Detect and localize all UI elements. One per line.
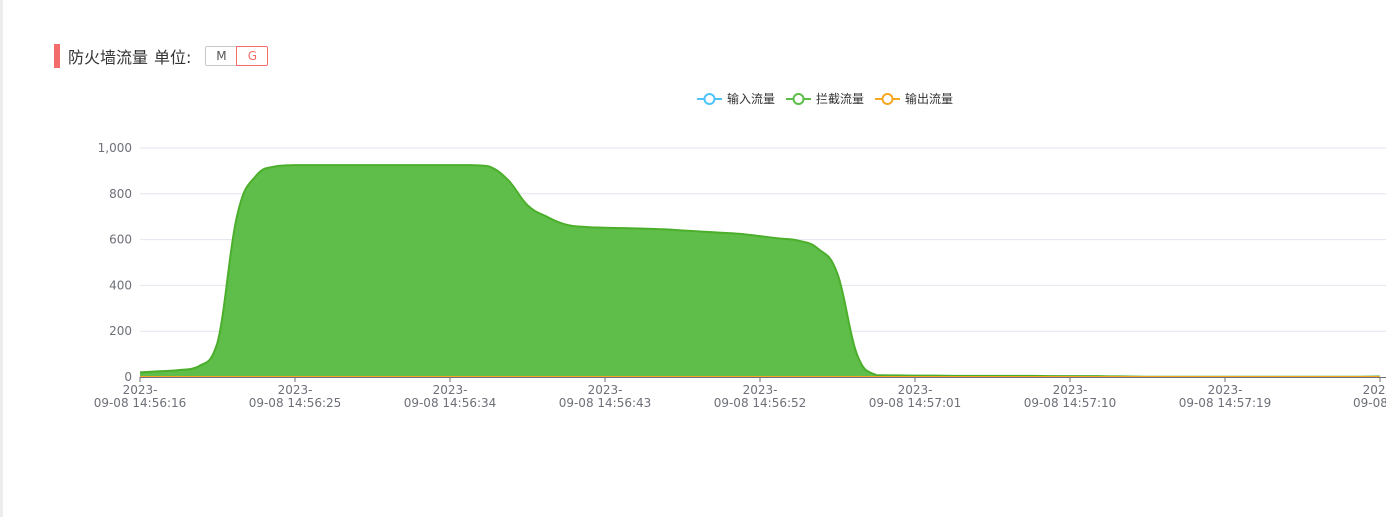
- x-tick-label: 2023-09-08 14:56:16: [94, 383, 187, 410]
- x-tick-label: 2023-09-08 14: [1353, 383, 1386, 410]
- y-tick-label: 600: [109, 233, 132, 247]
- y-tick-label: 1,000: [98, 141, 132, 155]
- y-tick-label: 800: [109, 187, 132, 201]
- y-tick-label: 400: [109, 278, 132, 292]
- y-tick-label: 0: [124, 370, 132, 384]
- legend-marker-icon: [881, 93, 894, 105]
- x-tick-label: 2023-09-08 14:57:01: [869, 383, 962, 410]
- x-tick-label: 2023-09-08 14:56:25: [249, 383, 342, 410]
- x-tick-label: 2023-09-08 14:56:43: [559, 383, 652, 410]
- x-tick-label: 2023-09-08 14:56:34: [404, 383, 497, 410]
- series-area-intercepted: [140, 165, 1380, 377]
- legend-label: 输出流量: [905, 91, 953, 106]
- legend-marker-icon: [792, 93, 805, 105]
- legend-item[interactable]: 拦截流量: [786, 92, 864, 106]
- y-tick-label: 200: [109, 324, 132, 338]
- x-tick-label: 2023-09-08 14:56:52: [714, 383, 807, 410]
- x-tick-label: 2023-09-08 14:57:10: [1024, 383, 1117, 410]
- legend-label: 输入流量: [727, 91, 775, 106]
- legend-item[interactable]: 输出流量: [875, 91, 953, 106]
- traffic-chart: 0 200 400 600 800 1,000 2023-09-08 14:56:16 202…: [94, 91, 1386, 410]
- x-tick-label: 2023-09-08 14:57:19: [1179, 383, 1272, 410]
- legend-label: 拦截流量: [816, 92, 864, 106]
- legend-item[interactable]: 输入流量: [697, 91, 775, 106]
- legend-marker-icon: [703, 93, 716, 105]
